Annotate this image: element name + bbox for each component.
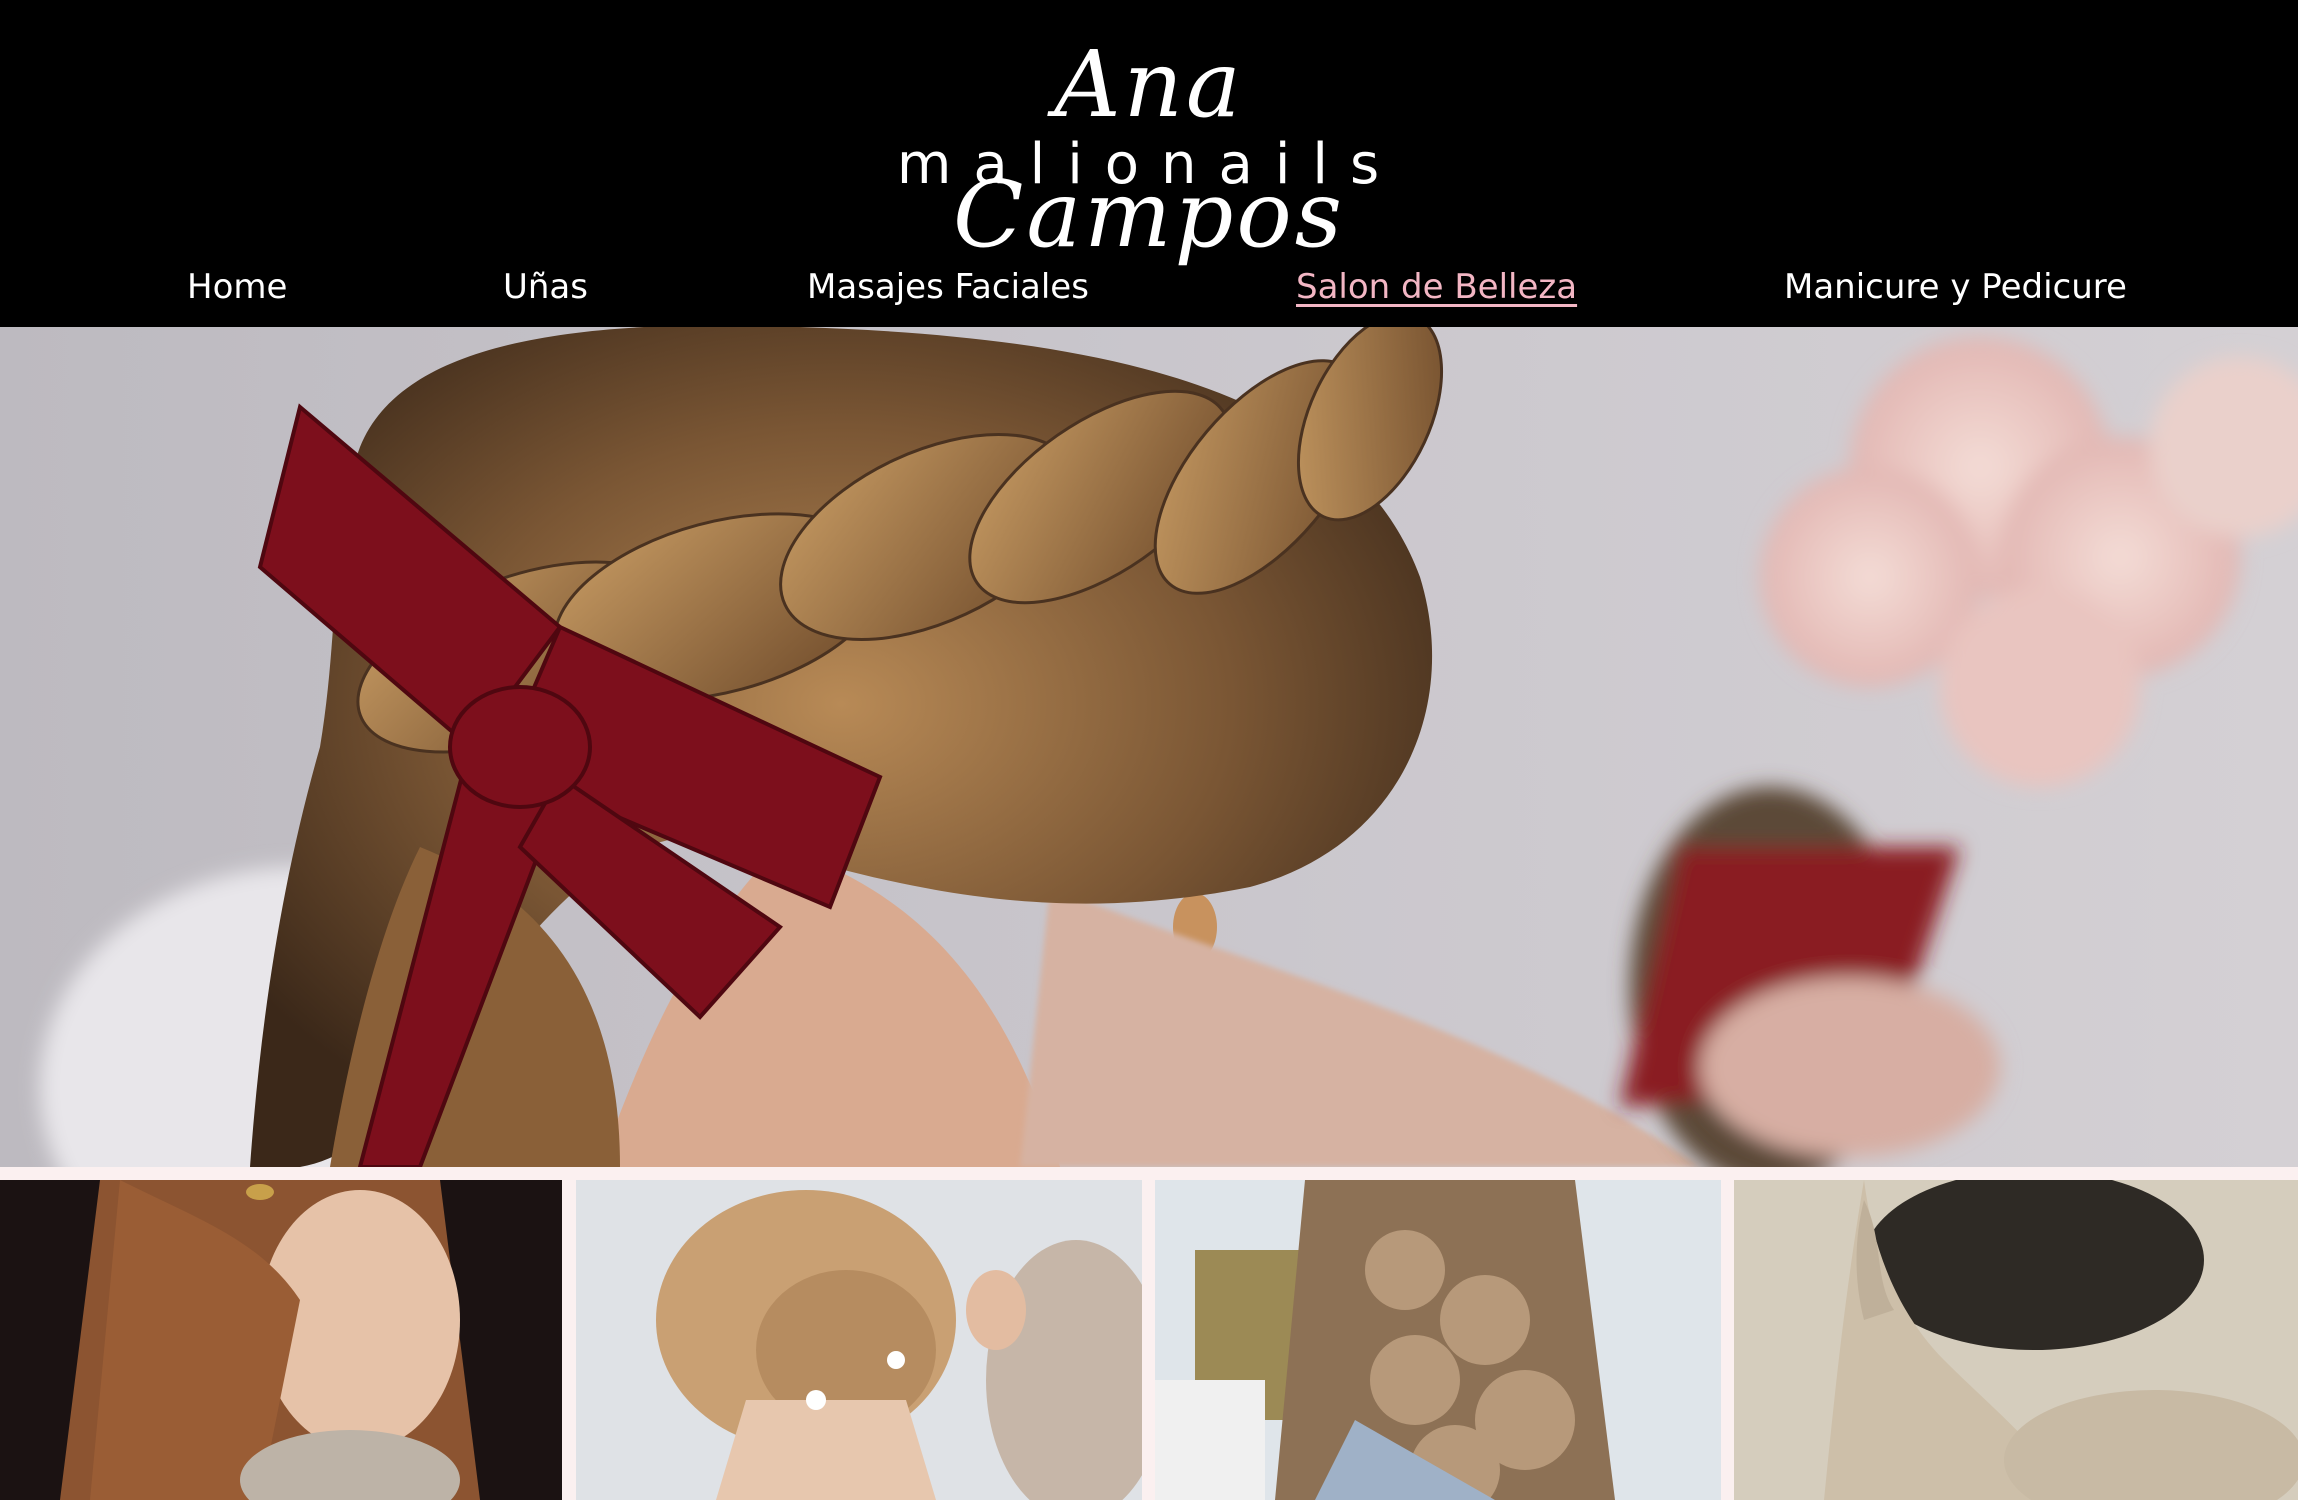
gallery-illustration-3 [1155,1180,1721,1500]
gallery-image-3[interactable] [1155,1180,1721,1500]
gallery-image-4[interactable] [1734,1180,2298,1500]
gallery-illustration-1 [0,1180,562,1500]
nav-item-salon-de-belleza[interactable]: Salon de Belleza [1296,255,1577,320]
nav-item-manicure-y-pedicure[interactable]: Manicure y Pedicure [1784,255,2127,320]
nav-item-masajes-faciales[interactable]: Masajes Faciales [807,255,1089,320]
hero-illustration [0,327,2298,1167]
site-header: Ana Campos malionails Home Uñas Masajes … [0,0,2298,327]
gallery-illustration-2 [576,1180,1142,1500]
hair-clip-icon [246,1184,274,1200]
gallery-image-2[interactable] [576,1180,1142,1500]
hero-image [0,327,2298,1167]
nav-item-home[interactable]: Home [187,255,287,320]
site-logo[interactable]: Ana Campos malionails [849,20,1449,268]
gallery-image-1[interactable] [0,1180,562,1500]
image-gallery [0,1180,2298,1500]
main-nav: Home Uñas Masajes Faciales Salon de Bell… [0,255,2298,320]
nav-item-unas[interactable]: Uñas [503,255,588,320]
gallery-illustration-4 [1734,1180,2298,1500]
logo-sub-name: malionails [896,132,1402,197]
